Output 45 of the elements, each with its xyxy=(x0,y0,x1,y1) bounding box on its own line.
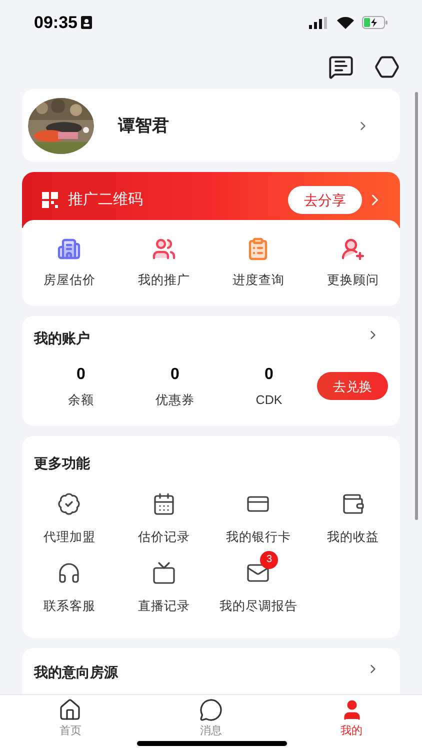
signal-icon xyxy=(309,16,329,28)
headphones-icon xyxy=(57,560,82,585)
tab[interactable]: 我的 xyxy=(281,695,422,742)
qr-code-icon xyxy=(42,192,58,208)
function-item[interactable]: 我的收益 xyxy=(306,482,400,547)
profile-card[interactable]: 谭智君 xyxy=(22,89,400,162)
quick-action[interactable]: 房屋估价 xyxy=(22,236,116,290)
message-icon[interactable] xyxy=(328,54,354,80)
section-title: 我的意向房源 xyxy=(34,663,118,682)
function-item[interactable]: 我的银行卡 xyxy=(211,482,306,547)
stat-label: CDK xyxy=(256,392,282,409)
stat-label: 优惠券 xyxy=(156,392,194,409)
status-time: 09:35 xyxy=(34,12,78,34)
redeem-button[interactable]: 去兑换 xyxy=(317,372,388,400)
section-title: 更多功能 xyxy=(34,455,90,471)
tab[interactable]: 首页 xyxy=(0,695,141,742)
tv-icon xyxy=(152,560,176,585)
function-item[interactable]: 估价记录 xyxy=(116,482,211,547)
battery-icon xyxy=(362,16,388,29)
intent-card[interactable]: 我的意向房源 xyxy=(22,648,400,694)
quick-action[interactable]: 进度查询 xyxy=(211,236,306,290)
promo-title: 推广二维码 xyxy=(68,190,144,210)
settings-icon[interactable] xyxy=(374,54,400,80)
wallet-icon xyxy=(340,492,365,516)
badge-check-icon xyxy=(57,492,82,516)
calendar-icon xyxy=(152,492,176,516)
share-button[interactable]: 去分享 xyxy=(288,186,362,214)
quick-action[interactable]: 我的推广 xyxy=(116,236,211,290)
stat-label: 余额 xyxy=(68,392,94,409)
wifi-icon xyxy=(337,16,354,28)
stat-value: 0 xyxy=(76,365,86,385)
stat-value: 0 xyxy=(264,365,274,385)
home-icon xyxy=(58,698,82,722)
tab[interactable]: 消息 xyxy=(140,695,282,742)
count-badge: 3 xyxy=(260,550,278,569)
function-item[interactable]: 联系客服 xyxy=(22,550,116,616)
function-item[interactable]: 3 我的尽调报告 xyxy=(211,550,306,616)
function-item[interactable]: 直播记录 xyxy=(116,550,211,616)
user-name: 谭智君 xyxy=(118,114,170,137)
chat-icon xyxy=(198,698,223,722)
stat-value: 0 xyxy=(170,365,180,385)
function-item[interactable]: 代理加盟 xyxy=(22,482,116,547)
quick-action[interactable]: 更换顾问 xyxy=(306,236,400,290)
section-title: 我的账户 xyxy=(34,329,90,348)
contact-card-icon xyxy=(81,16,92,29)
